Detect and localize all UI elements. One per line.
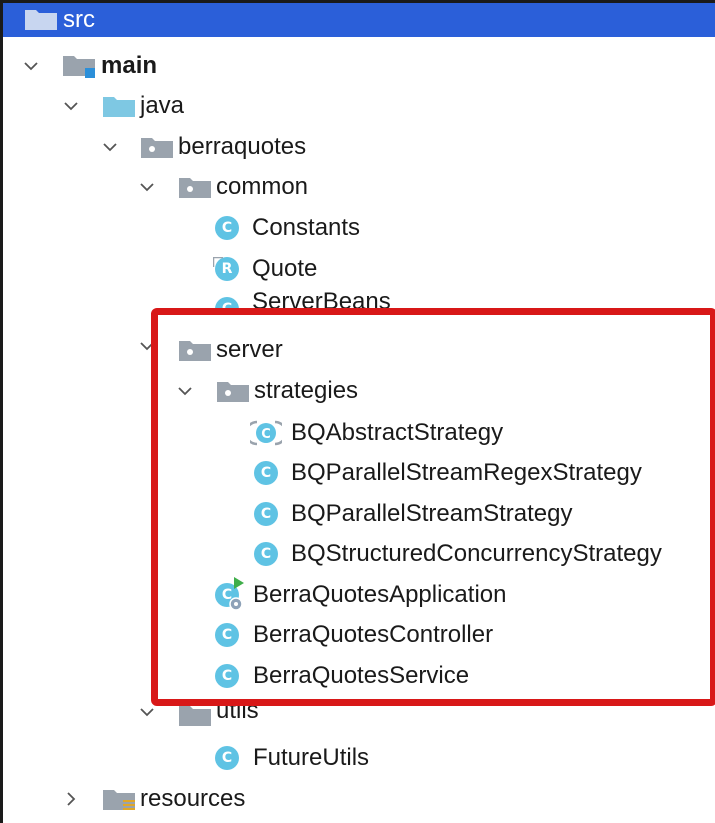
abstract-class-badge-text: C xyxy=(261,427,271,442)
tree-item-label: berraquotes xyxy=(178,133,307,160)
tree-item-label: BerraQuotesApplication xyxy=(253,581,507,608)
tree-item-utils[interactable]: utils xyxy=(3,704,715,734)
tree-item-server-beans[interactable]: C ServerBeans xyxy=(3,289,715,315)
tree-item-label: BQStructuredConcurrencyStrategy xyxy=(291,540,662,567)
tree-item-common[interactable]: common xyxy=(3,167,715,207)
tree-item-bq-parallel-stream-strategy[interactable]: C BQParallelStreamStrategy xyxy=(3,494,715,534)
tree-item-label: resources xyxy=(140,785,246,812)
chevron-down-icon[interactable] xyxy=(63,98,79,114)
package-icon xyxy=(179,176,211,203)
chevron-down-icon[interactable] xyxy=(139,338,155,354)
tree-item-label: main xyxy=(101,52,158,79)
class-icon: C xyxy=(254,542,278,566)
chevron-down-icon[interactable] xyxy=(102,139,118,155)
tree-item-resources[interactable]: resources xyxy=(3,779,715,819)
tree-item-bq-parallel-stream-regex-strategy[interactable]: C BQParallelStreamRegexStrategy xyxy=(3,453,715,493)
package-icon xyxy=(179,339,211,366)
tree-item-label: BerraQuotesService xyxy=(253,662,470,689)
tree-item-bq-abstract-strategy[interactable]: C BQAbstractStrategy xyxy=(3,413,715,453)
tree-item-berraquotes[interactable]: berraquotes xyxy=(3,127,715,167)
gear-icon xyxy=(228,596,244,617)
abstract-class-icon: C xyxy=(244,419,288,452)
tree-item-label: Quote xyxy=(252,255,318,282)
tree-item-label: BerraQuotesController xyxy=(253,621,494,648)
tree-item-java[interactable]: java xyxy=(3,86,715,126)
tree-item-main[interactable]: main xyxy=(3,46,715,86)
chevron-down-icon[interactable] xyxy=(23,58,39,74)
chevron-down-icon[interactable] xyxy=(139,179,155,195)
tree-item-label: utils xyxy=(216,704,259,724)
tree-item-label: java xyxy=(140,92,185,119)
source-folder-icon xyxy=(103,95,135,122)
tree-item-quote[interactable]: R Quote xyxy=(3,249,715,289)
resources-folder-icon xyxy=(103,788,137,817)
tree-item-server[interactable]: server xyxy=(3,330,715,370)
class-icon: C xyxy=(215,623,239,647)
package-icon xyxy=(217,380,249,407)
tree-item-label: BQParallelStreamRegexStrategy xyxy=(291,459,642,486)
class-icon: C xyxy=(254,502,278,526)
tree-item-label: BQAbstractStrategy xyxy=(291,419,504,446)
tree-item-berra-quotes-controller[interactable]: C BerraQuotesController xyxy=(3,615,715,655)
tree-item-label: Constants xyxy=(252,214,361,241)
tree-item-label: common xyxy=(216,173,309,200)
module-folder-icon xyxy=(63,54,99,85)
class-icon: C xyxy=(215,664,239,688)
tree-item-strategies[interactable]: strategies xyxy=(3,371,715,411)
tree-item-label: BQParallelStreamStrategy xyxy=(291,500,573,527)
chevron-down-icon[interactable] xyxy=(139,704,155,720)
tree-item-label: strategies xyxy=(254,377,359,404)
record-corner-mark xyxy=(211,254,223,272)
tree-item-label: ServerBeans xyxy=(252,289,391,315)
tree-item-berra-quotes-application[interactable]: C BerraQuotesApplication xyxy=(3,575,715,615)
chevron-right-icon[interactable] xyxy=(63,791,79,807)
class-icon: C xyxy=(215,297,239,315)
folder-icon xyxy=(25,8,57,35)
tree-item-berra-quotes-service[interactable]: C BerraQuotesService xyxy=(3,656,715,696)
chevron-down-icon[interactable] xyxy=(177,383,193,399)
tree-item-label: server xyxy=(216,336,283,363)
package-icon xyxy=(179,704,211,731)
package-icon xyxy=(141,136,173,163)
class-icon: C xyxy=(254,461,278,485)
tree-item-constants[interactable]: C Constants xyxy=(3,208,715,248)
run-icon xyxy=(232,576,246,595)
tree-item-src[interactable]: src xyxy=(3,3,715,37)
tree-item-label: FutureUtils xyxy=(253,744,370,771)
class-icon: C xyxy=(215,216,239,240)
tree-item-future-utils[interactable]: C FutureUtils xyxy=(3,738,715,778)
tree-item-bq-structured-concurrency-strategy[interactable]: C BQStructuredConcurrencyStrategy xyxy=(3,534,715,574)
class-icon: C xyxy=(215,746,239,770)
tree-item-label: src xyxy=(63,6,95,33)
